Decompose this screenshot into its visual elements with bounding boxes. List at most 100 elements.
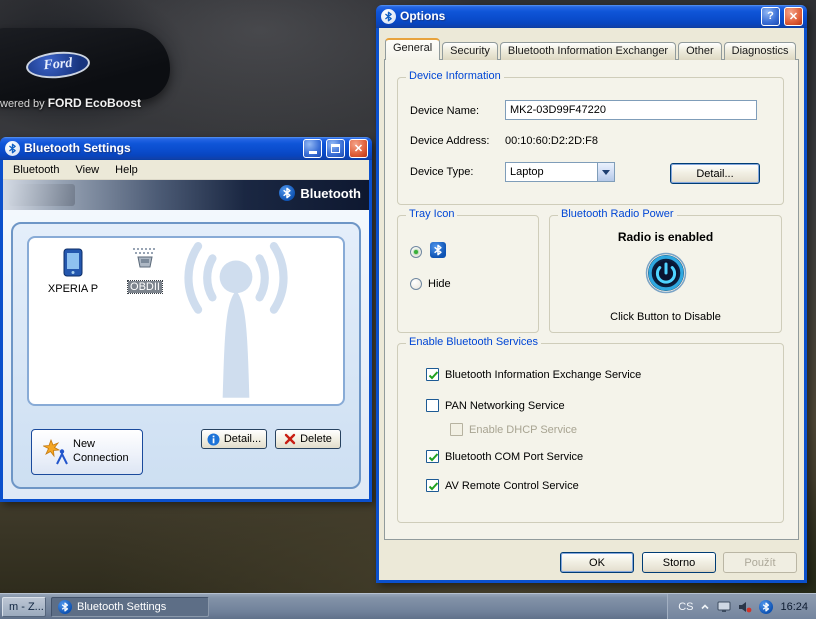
checkbox-information-exchange-service[interactable]: Bluetooth Information Exchange Service [426, 368, 641, 381]
bluetooth-brand-logo: Bluetooth [279, 185, 361, 201]
bt-client-area: XPERIA P OBDII [3, 210, 369, 499]
tab-other[interactable]: Other [678, 42, 722, 60]
options-window-icon [381, 9, 396, 24]
device-obdii-label: OBDII [128, 281, 162, 293]
bt-window-title: Bluetooth Settings [24, 141, 299, 155]
radio-power-button[interactable] [645, 252, 687, 294]
delete-button[interactable]: Delete [275, 429, 341, 449]
cancel-label: Storno [663, 557, 695, 569]
taskbar: m - Z... Bluetooth Settings CS [0, 593, 816, 619]
info-icon [207, 433, 220, 446]
banner-laptop-photo [9, 184, 75, 206]
bluetooth-window-icon [5, 141, 20, 156]
checkbox-av-remote-control-service[interactable]: AV Remote Control Service [426, 479, 579, 492]
close-button[interactable]: ✕ [784, 7, 803, 26]
tab-diagnostics[interactable]: Diagnostics [724, 42, 797, 60]
device-list-area[interactable]: XPERIA P OBDII [27, 236, 345, 406]
service-label: PAN Networking Service [445, 400, 565, 412]
ford-caption-prefix: wered by [0, 98, 48, 110]
device-address-value: 00:10:60:D2:2D:F8 [505, 135, 598, 147]
device-obdii[interactable]: OBDII [119, 246, 171, 293]
detail-button[interactable]: Detail... [201, 429, 267, 449]
tray-icon-legend: Tray Icon [406, 208, 457, 220]
service-label: Bluetooth Information Exchange Service [445, 369, 641, 381]
radio-status-text: Radio is enabled [550, 230, 781, 244]
radio-show-bluetooth-icon[interactable] [410, 246, 422, 258]
display-tray-icon[interactable] [717, 601, 731, 613]
checkbox-box [426, 368, 439, 381]
services-legend: Enable Bluetooth Services [406, 336, 541, 348]
hidden-icons-chevron-icon[interactable] [700, 602, 710, 612]
device-information-legend: Device Information [406, 70, 504, 82]
device-type-label: Device Type: [410, 166, 473, 178]
language-indicator[interactable]: CS [678, 601, 693, 613]
minimize-button[interactable] [303, 139, 322, 158]
radio-hide[interactable] [410, 278, 422, 290]
new-connection-button[interactable]: New Connection [31, 429, 143, 475]
bt-menubar: Bluetooth View Help [3, 160, 369, 180]
detail-button-options[interactable]: Detail... [670, 163, 760, 184]
device-address-label: Device Address: [410, 135, 489, 147]
checkbox-box [426, 399, 439, 412]
checkbox-box [426, 450, 439, 463]
phone-icon [61, 248, 85, 278]
close-button[interactable]: ✕ [349, 139, 368, 158]
checkbox-pan-networking-service[interactable]: PAN Networking Service [426, 399, 565, 412]
maximize-button[interactable] [326, 139, 345, 158]
tab-general[interactable]: General [385, 38, 440, 60]
device-type-value: Laptop [506, 166, 597, 178]
task-bluetooth-label: Bluetooth Settings [77, 601, 166, 613]
checkbox-com-port-service[interactable]: Bluetooth COM Port Service [426, 450, 583, 463]
new-connection-label: New Connection [73, 438, 131, 466]
checkbox-box [426, 479, 439, 492]
taskbar-task-bluetooth-settings[interactable]: Bluetooth Settings [51, 597, 209, 617]
menu-help[interactable]: Help [107, 162, 146, 178]
new-connection-icon [43, 439, 69, 465]
bluetooth-banner: Bluetooth [3, 180, 369, 210]
checkbox-enable-dhcp-service[interactable]: Enable DHCP Service [450, 423, 577, 436]
device-name-input[interactable]: MK2-03D99F47220 [505, 100, 757, 120]
device-name-value: MK2-03D99F47220 [510, 104, 606, 116]
device-name-label: Device Name: [410, 105, 479, 117]
bt-window-titlebar[interactable]: Bluetooth Settings ✕ [0, 137, 372, 160]
tab-bluetooth-information-exchanger[interactable]: Bluetooth Information Exchanger [500, 42, 676, 60]
bluetooth-settings-window: Bluetooth Settings ✕ Bluetooth View Help… [0, 137, 372, 502]
hide-label: Hide [428, 278, 451, 290]
ok-button[interactable]: OK [560, 552, 634, 573]
ford-caption-brand: FORD EcoBoost [48, 96, 141, 110]
menu-bluetooth[interactable]: Bluetooth [5, 162, 67, 178]
detail-button-label: Detail... [696, 168, 733, 180]
menu-view[interactable]: View [67, 162, 107, 178]
general-tab-page: Device Information Device Name: MK2-03D9… [384, 59, 799, 540]
checkbox-box [450, 423, 463, 436]
enable-bluetooth-services-group: Enable Bluetooth Services Bluetooth Info… [397, 343, 784, 523]
options-titlebar[interactable]: Options ? ✕ [376, 5, 807, 28]
options-title: Options [400, 9, 757, 23]
bluetooth-radio-power-group: Bluetooth Radio Power Radio is enabled C… [549, 215, 782, 333]
bluetooth-tray-icon[interactable] [759, 600, 773, 614]
chevron-down-icon[interactable] [597, 163, 614, 181]
service-label: AV Remote Control Service [445, 480, 579, 492]
delete-x-icon [284, 433, 296, 445]
tab-security[interactable]: Security [442, 42, 498, 60]
bt-device-panel: XPERIA P OBDII [11, 222, 361, 489]
ok-label: OK [589, 557, 605, 569]
apply-button[interactable]: Použít [723, 552, 797, 573]
apply-label: Použít [744, 557, 775, 569]
detail-label: Detail... [224, 433, 261, 445]
delete-label: Delete [300, 433, 332, 445]
options-window: Options ? ✕ General Security Bluetooth I… [376, 5, 807, 583]
cancel-button[interactable]: Storno [642, 552, 716, 573]
taskbar-task-partial[interactable]: m - Z... [2, 597, 46, 617]
task-bluetooth-icon [58, 600, 72, 614]
volume-tray-icon[interactable] [738, 601, 752, 613]
device-information-group: Device Information Device Name: MK2-03D9… [397, 77, 784, 205]
service-label: Enable DHCP Service [469, 424, 577, 436]
task-partial-label: m - Z... [9, 601, 44, 613]
desktop: Ford wered by FORD EcoBoost Bluetooth Se… [0, 0, 816, 619]
device-xperia[interactable]: XPERIA P [43, 248, 103, 295]
radio-power-hint: Click Button to Disable [550, 311, 781, 323]
device-type-dropdown[interactable]: Laptop [505, 162, 615, 182]
help-button[interactable]: ? [761, 7, 780, 26]
tray-bluetooth-icon [430, 242, 446, 258]
